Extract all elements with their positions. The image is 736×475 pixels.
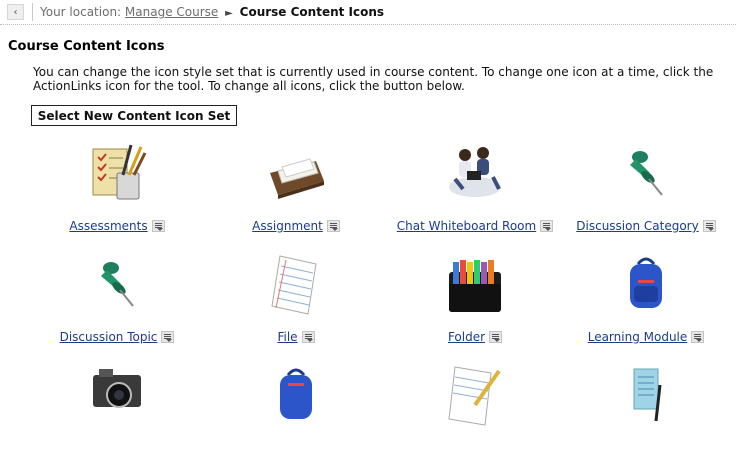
icon-link-chat-whiteboard-room[interactable]: Chat Whiteboard Room (397, 219, 536, 233)
icon-label-row: Folder (383, 330, 567, 344)
chevron-left-icon: ‹ (13, 6, 18, 18)
breadcrumb-separator-icon: ► (225, 8, 233, 19)
icon-cell-notepad (554, 365, 736, 475)
backpack-icon (630, 257, 662, 308)
actionlinks-icon[interactable] (326, 220, 340, 232)
folder-sorter-icon (449, 260, 501, 312)
icon-link-file[interactable]: File (277, 330, 297, 344)
assessment-icon (92, 144, 147, 200)
icon-cell-discussion-topic: Discussion Topic (25, 254, 209, 364)
actionlinks-icon[interactable] (691, 331, 705, 343)
description-line-2: ActionLinks icon for the tool. To change… (33, 79, 465, 93)
camera-icon (93, 369, 141, 408)
back-arrow-button[interactable]: ‹ (7, 4, 24, 20)
assignment-tray-icon (270, 158, 324, 199)
breadcrumb-link-manage-course[interactable]: Manage Course (125, 5, 218, 19)
icon-link-assessments[interactable]: Assessments (69, 219, 147, 233)
actionlinks-icon[interactable] (702, 220, 716, 232)
breadcrumb-current: Course Content Icons (239, 5, 385, 19)
icon-cell-backpack (204, 365, 388, 475)
pushpin-icon (101, 262, 134, 307)
divider (32, 3, 33, 21)
actionlinks-icon[interactable] (301, 331, 315, 343)
icon-cell-chat-whiteboard-room: Chat Whiteboard Room (383, 143, 567, 253)
icon-cell-assignment: Assignment (204, 143, 388, 253)
pushpin-icon (630, 151, 663, 196)
icon-cell-file: File (204, 254, 388, 364)
location-bar: ‹ Your location: Manage Course ► Course … (0, 0, 736, 25)
icon-link-assignment[interactable]: Assignment (252, 219, 323, 233)
paper-pencil-icon (448, 366, 501, 426)
page-title: Course Content Icons (8, 39, 165, 54)
icon-cell-assessments: Assessments (25, 143, 209, 253)
icon-cell-camera (25, 365, 209, 475)
description-line-1: You can change the icon style set that i… (33, 65, 714, 79)
icon-label-row: Learning Module (554, 330, 736, 344)
chat-people-icon (449, 147, 501, 197)
icon-label-row: Chat Whiteboard Room (383, 219, 567, 233)
icon-label-row: Discussion Topic (25, 330, 209, 344)
icon-cell-folder: Folder (383, 254, 567, 364)
icon-link-discussion-topic[interactable]: Discussion Topic (60, 330, 158, 344)
select-new-content-icon-set-button[interactable]: Select New Content Icon Set (31, 105, 237, 126)
actionlinks-icon[interactable] (161, 331, 175, 343)
notepad-pen-icon (633, 368, 662, 422)
actionlinks-icon[interactable] (540, 220, 554, 232)
icon-cell-paper-pencil (383, 365, 567, 475)
icon-label-row: Assessments (25, 219, 209, 233)
backpack-icon (280, 368, 312, 419)
icon-cell-discussion-category: Discussion Category (554, 143, 736, 253)
icon-label-row: File (204, 330, 388, 344)
breadcrumb-label: Your location: (40, 5, 122, 19)
actionlinks-icon[interactable] (489, 331, 503, 343)
breadcrumb: Your location: Manage Course ► Course Co… (40, 5, 384, 19)
file-paper-icon (271, 255, 317, 315)
icon-link-folder[interactable]: Folder (448, 330, 485, 344)
actionlinks-icon[interactable] (151, 220, 165, 232)
icon-label-row: Assignment (204, 219, 388, 233)
icon-label-row: Discussion Category (554, 219, 736, 233)
icon-cell-learning-module: Learning Module (554, 254, 736, 364)
icon-link-learning-module[interactable]: Learning Module (588, 330, 688, 344)
page-description: You can change the icon style set that i… (33, 65, 736, 93)
icon-link-discussion-category[interactable]: Discussion Category (576, 219, 698, 233)
